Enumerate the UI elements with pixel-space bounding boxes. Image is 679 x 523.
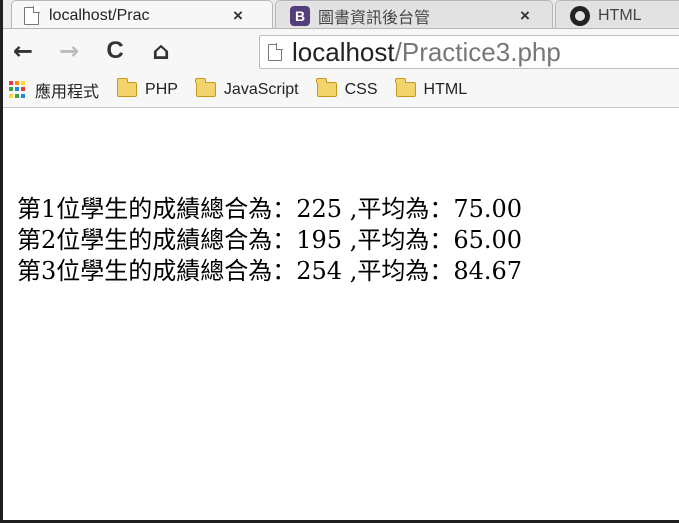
folder-icon — [316, 78, 337, 97]
forward-arrow-icon[interactable]: → — [53, 35, 85, 67]
browser-toolbar: ← → C ⌂ localhost/Practice3.php — [3, 28, 679, 72]
back-arrow-icon[interactable]: ← — [7, 35, 39, 67]
url-text[interactable]: localhost/Practice3.php — [292, 37, 561, 68]
bookmark-label: PHP — [145, 80, 178, 98]
apps-icon — [9, 80, 27, 99]
tab-title: HTML — [598, 6, 642, 24]
bookmark-label: 應用程式 — [35, 83, 100, 101]
bookmark-label: CSS — [344, 80, 378, 98]
bookmark-label: JavaScript — [223, 80, 299, 98]
reload-icon[interactable]: C — [99, 35, 131, 67]
folder-icon — [395, 78, 416, 97]
home-icon[interactable]: ⌂ — [145, 35, 177, 67]
bookmark-php[interactable]: PHP — [116, 78, 178, 99]
url-host: localhost — [292, 36, 395, 67]
tab-localhost[interactable]: localhost/Prac × — [11, 0, 273, 28]
browser-window: localhost/Prac × B 圖書資訊後台管 × HTML ← → C … — [0, 0, 679, 523]
page-content: 第1位學生的成績總合為：225 ,平均為：75.00 第2位學生的成績總合為：1… — [17, 194, 522, 287]
tab-title: 圖書資訊後台管 — [318, 9, 431, 27]
address-bar[interactable]: localhost/Practice3.php — [259, 35, 679, 69]
folder-icon — [195, 78, 216, 97]
tab-library-admin[interactable]: B 圖書資訊後台管 × — [275, 0, 553, 28]
github-icon — [570, 5, 590, 26]
bookmark-javascript[interactable]: JavaScript — [195, 78, 299, 99]
bookmark-label: HTML — [423, 80, 468, 98]
bookmark-css[interactable]: CSS — [316, 78, 378, 99]
result-line-3: 第3位學生的成績總合為：254 ,平均為：84.67 — [17, 257, 523, 285]
url-path: /Practice3.php — [394, 36, 561, 67]
bootstrap-icon: B — [290, 5, 310, 26]
close-icon[interactable]: × — [233, 6, 243, 26]
tab-title: localhost/Prac — [49, 6, 150, 24]
close-icon[interactable]: × — [520, 6, 530, 26]
tab-github-html[interactable]: HTML — [555, 0, 679, 28]
folder-icon — [116, 78, 138, 97]
bookmark-apps[interactable]: 應用程式 — [9, 78, 99, 102]
document-icon — [24, 5, 40, 25]
result-line-1: 第1位學生的成績總合為：225 ,平均為：75.00 — [17, 195, 523, 223]
result-line-2: 第2位學生的成績總合為：195 ,平均為：65.00 — [17, 226, 523, 254]
page-info-icon[interactable] — [268, 42, 283, 61]
tab-strip: localhost/Prac × B 圖書資訊後台管 × HTML — [3, 0, 679, 28]
bookmarks-bar: 應用程式 PHP JavaScript CSS HTML — [3, 72, 679, 108]
bookmark-html[interactable]: HTML — [395, 78, 468, 99]
